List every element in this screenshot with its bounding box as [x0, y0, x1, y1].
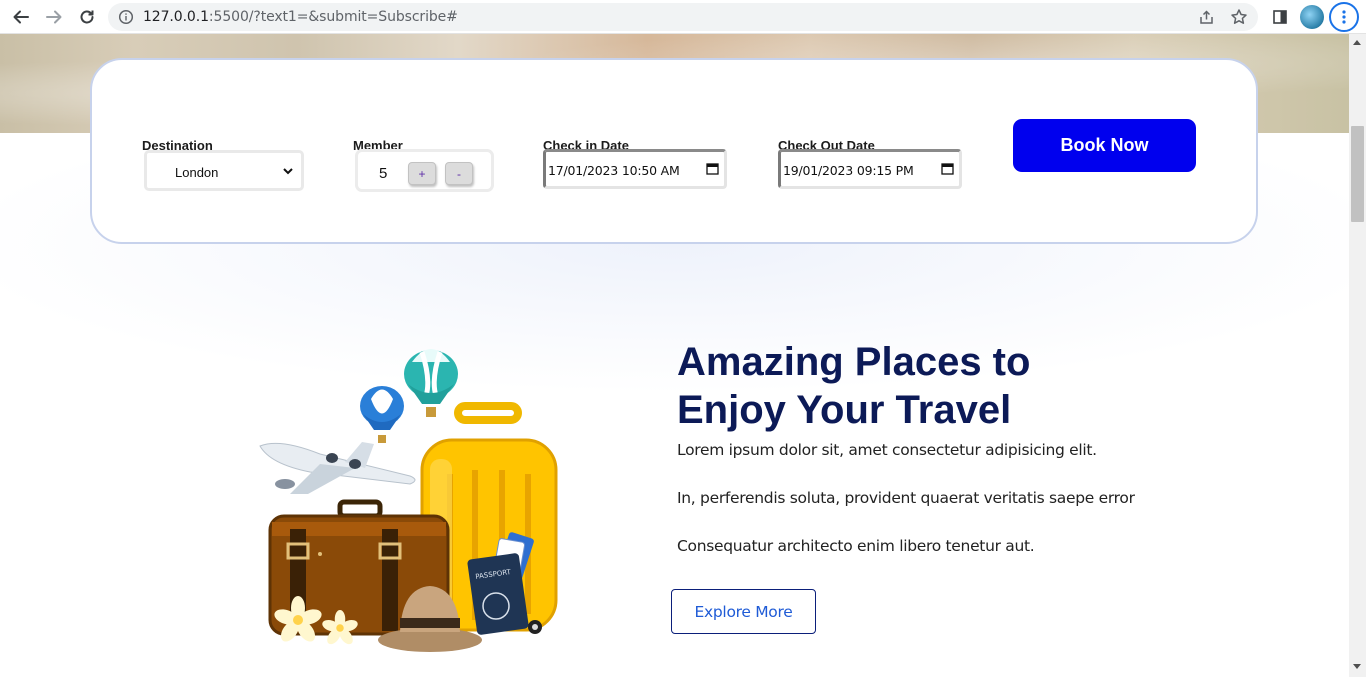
scroll-down-arrow-icon[interactable] — [1353, 664, 1361, 669]
heading-line-2: Enjoy Your Travel — [677, 388, 1012, 432]
heading-line-1: Amazing Places to — [677, 340, 1031, 384]
hot-air-balloon-icon — [360, 386, 404, 443]
destination-value: London — [175, 165, 219, 180]
scrollbar-thumb[interactable] — [1351, 126, 1364, 222]
calendar-icon[interactable] — [941, 162, 954, 180]
hot-air-balloon-icon — [404, 349, 458, 417]
scroll-up-arrow-icon[interactable] — [1353, 40, 1361, 45]
explore-more-button[interactable]: Explore More — [671, 589, 816, 634]
back-arrow-icon[interactable] — [10, 6, 32, 28]
checkout-date-input[interactable]: 19/01/2023 09:15 PM — [778, 149, 962, 189]
promo-paragraph-1: Lorem ipsum dolor sit, amet consectetur … — [677, 441, 1097, 459]
forward-arrow-icon[interactable] — [43, 6, 65, 28]
share-icon[interactable] — [1198, 9, 1215, 31]
checkin-date-input[interactable]: 17/01/2023 10:50 AM — [543, 149, 727, 189]
page-viewport: Destination Member Check in Date Check O… — [0, 34, 1349, 677]
reload-icon[interactable] — [76, 6, 98, 28]
url-host: 127.0.0.1 — [143, 9, 209, 25]
member-stepper: 5 + - — [355, 149, 494, 192]
member-minus-button[interactable]: - — [445, 162, 473, 185]
member-value[interactable]: 5 — [379, 165, 387, 182]
book-now-button[interactable]: Book Now — [1013, 119, 1196, 172]
promo-paragraph-2: In, perferendis soluta, provident quaera… — [677, 489, 1135, 507]
destination-select[interactable]: London — [144, 150, 304, 191]
page-heading: Amazing Places to Enjoy Your Travel — [677, 338, 1317, 434]
url-text[interactable]: 127.0.0.1:5500/?text1=&submit=Subscribe# — [143, 9, 458, 25]
profile-avatar[interactable] — [1300, 5, 1324, 29]
page-scrollbar[interactable] — [1349, 34, 1366, 677]
airplane-icon — [259, 442, 416, 494]
browser-toolbar: 127.0.0.1:5500/?text1=&submit=Subscribe# — [0, 0, 1366, 34]
booking-form: Destination Member Check in Date Check O… — [90, 58, 1258, 244]
address-bar[interactable]: 127.0.0.1:5500/?text1=&submit=Subscribe# — [108, 3, 1258, 31]
info-icon[interactable] — [118, 9, 134, 30]
travel-illustration: PASSPORT — [250, 344, 570, 654]
checkout-date-value: 19/01/2023 09:15 PM — [783, 163, 914, 178]
promo-paragraph-3: Consequatur architecto enim libero tenet… — [677, 537, 1035, 555]
member-plus-button[interactable]: + — [408, 162, 436, 185]
calendar-icon[interactable] — [706, 162, 719, 180]
checkin-date-value: 17/01/2023 10:50 AM — [548, 163, 680, 178]
url-path: :5500/?text1=&submit=Subscribe# — [208, 9, 458, 25]
sidepanel-icon[interactable] — [1269, 6, 1291, 28]
chevron-down-icon — [282, 164, 294, 182]
menu-dots-icon[interactable] — [1329, 2, 1359, 32]
star-icon[interactable] — [1230, 8, 1248, 31]
